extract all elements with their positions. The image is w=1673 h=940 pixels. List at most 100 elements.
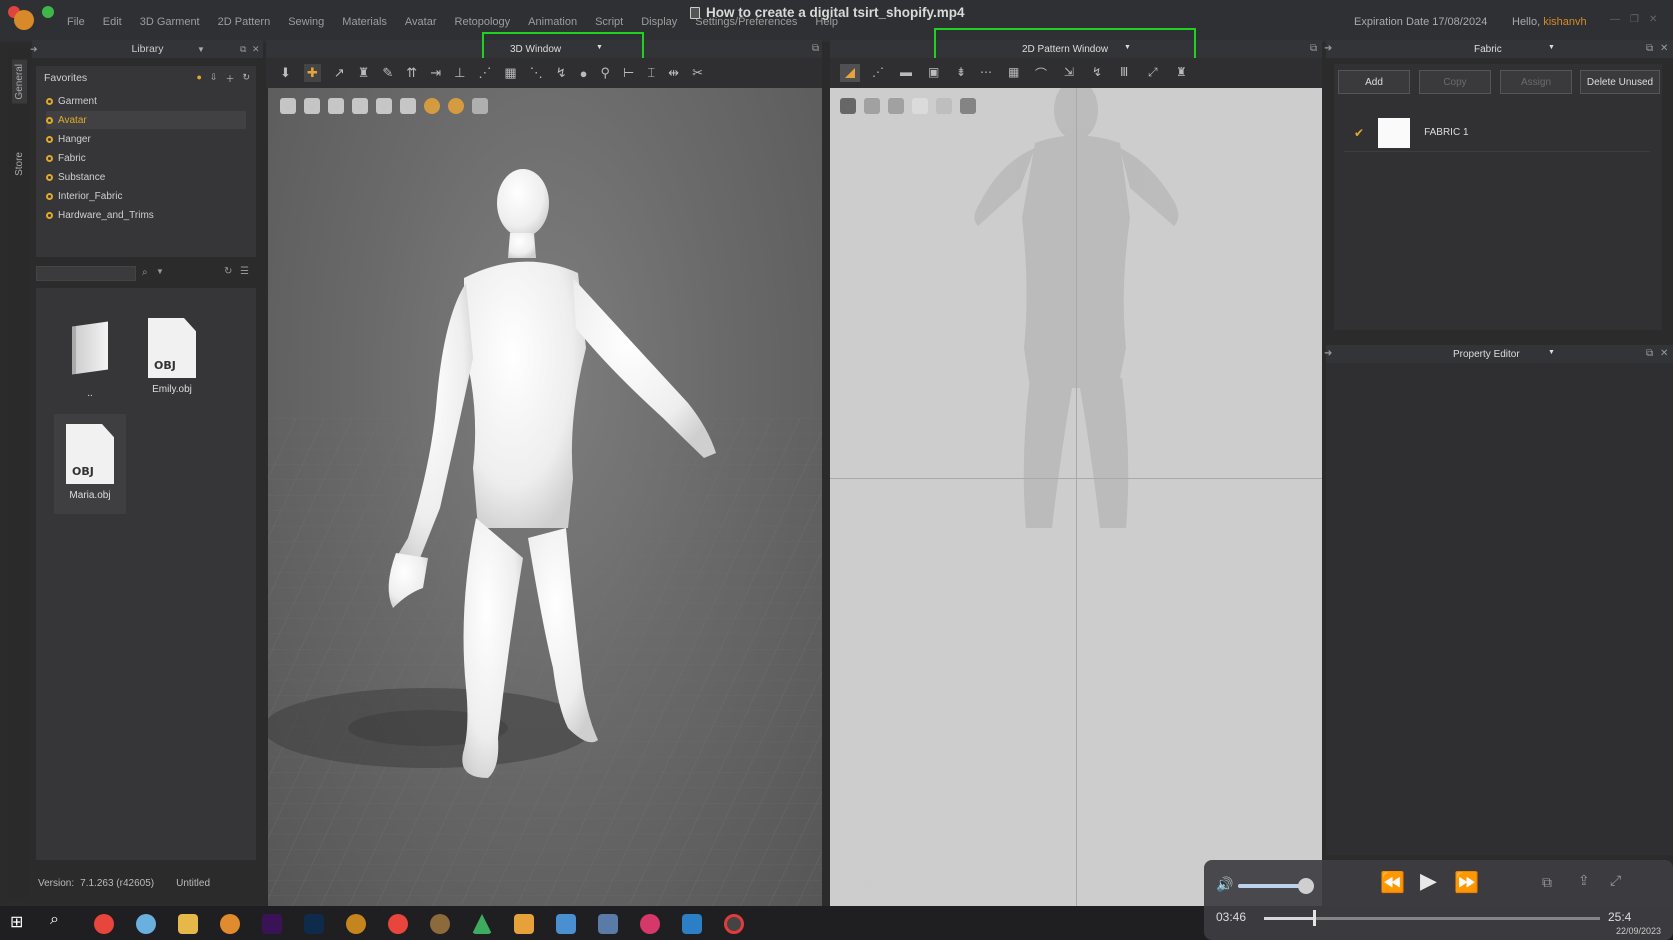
premiere-icon[interactable] (262, 914, 282, 934)
tab-store[interactable]: Store (12, 148, 27, 180)
menu-item-materials[interactable]: Materials (333, 16, 396, 28)
close-icon[interactable]: ✕ (1649, 14, 1657, 25)
copy-fabric-button[interactable]: Copy (1419, 70, 1491, 94)
rewind-icon[interactable]: ⏪ (1380, 870, 1405, 895)
restore-icon[interactable]: ❐ (1630, 14, 1639, 25)
assign-fabric-button[interactable]: Assign (1500, 70, 1572, 94)
chevron-down-icon[interactable]: ▼ (156, 267, 164, 276)
grid-tool-icon[interactable]: ▦ (504, 65, 516, 81)
library-search-input[interactable] (36, 266, 136, 281)
blender-icon[interactable] (220, 914, 240, 934)
menu-item-avatar[interactable]: Avatar (396, 16, 446, 28)
point-tool-icon[interactable]: ● (580, 66, 588, 81)
close-icon[interactable]: ✕ (252, 44, 260, 55)
fast-forward-icon[interactable]: ⏩ (1454, 870, 1479, 895)
menu-item-edit[interactable]: Edit (94, 16, 131, 28)
favorite-item-hanger[interactable]: Hanger (46, 130, 246, 148)
curve-tool-icon[interactable]: ↯ (556, 65, 567, 81)
chevron-down-icon[interactable]: ▼ (197, 45, 205, 54)
fold-tool-icon[interactable]: ⇈ (406, 65, 417, 81)
float-icon[interactable]: ⧉ (1310, 43, 1317, 54)
search-icon[interactable]: ⌕ (142, 267, 148, 278)
polygon-icon[interactable]: ▣ (928, 65, 939, 79)
chrome-icon[interactable] (94, 914, 114, 934)
float-icon[interactable]: ⧉ (1646, 348, 1653, 359)
search-icon[interactable]: ⌕ (50, 911, 70, 931)
menu-item-retopology[interactable]: Retopology (446, 16, 520, 28)
photos-icon[interactable] (682, 914, 702, 934)
pin-tool-icon[interactable]: ⇥ (430, 65, 441, 81)
windows-start-icon[interactable]: ⊞ (10, 912, 30, 932)
delete-unused-button[interactable]: Delete Unused (1580, 70, 1660, 94)
tab-general[interactable]: General (12, 60, 27, 104)
folder-icon[interactable] (178, 914, 198, 934)
username-link[interactable]: kishanvh (1543, 16, 1586, 28)
picture-in-picture-icon[interactable]: ⧉ (1542, 874, 1552, 891)
calculator-icon[interactable] (556, 914, 576, 934)
menu-item-2d-pattern[interactable]: 2D Pattern (209, 16, 280, 28)
favorite-item-hardware-and-trims[interactable]: Hardware_and_Trims (46, 206, 246, 224)
download-icon[interactable]: ⇩ (210, 72, 218, 85)
pin-icon[interactable]: ➜ (30, 44, 38, 55)
fold-icon[interactable]: ⇲ (1064, 65, 1074, 79)
maximize-window-button[interactable] (42, 6, 54, 18)
pin-icon[interactable]: ➜ (1324, 43, 1332, 54)
play-icon[interactable]: ▶ (1420, 868, 1437, 894)
refresh-icon[interactable]: ↻ (242, 72, 250, 85)
favorite-item-garment[interactable]: Garment (46, 92, 246, 110)
float-icon[interactable]: ⧉ (240, 44, 246, 55)
shirt-tool-icon[interactable]: ♜ (358, 65, 370, 81)
clo-icon[interactable] (514, 914, 534, 934)
menu-item-file[interactable]: File (58, 16, 94, 28)
minimize-icon[interactable]: — (1610, 14, 1620, 25)
file-item-emily[interactable]: OBJ Emily.obj (142, 318, 202, 395)
select-tool-icon[interactable]: ⬇ (280, 65, 291, 81)
measure-tool-icon[interactable]: ⋰ (478, 65, 491, 81)
refresh-icon[interactable]: ↻ (224, 266, 232, 277)
favorite-item-substance[interactable]: Substance (46, 168, 246, 186)
float-icon[interactable]: ⧉ (1646, 43, 1653, 54)
transform-pattern-icon[interactable] (840, 64, 860, 82)
close-icon[interactable]: ✕ (1660, 348, 1668, 359)
close-icon[interactable]: ✕ (1660, 43, 1668, 54)
menu-item-animation[interactable]: Animation (519, 16, 586, 28)
points-icon[interactable]: ⋯ (980, 65, 992, 79)
progress-knob[interactable] (1313, 910, 1317, 926)
line-tool-icon[interactable]: ⋱ (530, 65, 543, 81)
add-favorite-icon[interactable]: ● (196, 72, 201, 85)
move-tool-icon[interactable]: ✚ (303, 64, 321, 82)
app-icon[interactable] (640, 914, 660, 934)
edit-point-icon[interactable]: ⋰ (872, 65, 884, 79)
menu-item-display[interactable]: Display (632, 16, 686, 28)
chrome-profile-icon[interactable] (388, 914, 408, 934)
list-view-icon[interactable]: ☰ (240, 266, 249, 277)
float-icon[interactable]: ⧉ (812, 43, 819, 54)
chevron-down-icon[interactable]: ▼ (1548, 349, 1555, 356)
volume-icon[interactable]: 🔊 (1216, 876, 1233, 893)
favorite-item-interior-fabric[interactable]: Interior_Fabric (46, 187, 246, 205)
favorite-item-fabric[interactable]: Fabric (46, 149, 246, 167)
plus-icon[interactable]: ＋ (225, 72, 234, 85)
grid-icon[interactable]: ▦ (1008, 65, 1019, 79)
tape-tool-icon[interactable]: ⌶ (647, 65, 655, 81)
menu-item-script[interactable]: Script (586, 16, 632, 28)
scissors-tool-icon[interactable]: ✂ (692, 65, 703, 81)
volume-knob[interactable] (1298, 878, 1315, 894)
favorite-item-avatar[interactable]: Avatar (46, 111, 246, 129)
fabric-list-item[interactable]: ✔ FABRIC 1 (1344, 114, 1650, 152)
arrange-tool-icon[interactable]: ⇹ (668, 65, 679, 81)
app-icon[interactable] (430, 914, 450, 934)
garment-icon[interactable]: ♜ (1176, 65, 1187, 79)
seam-icon[interactable]: ⌒ (1035, 65, 1047, 82)
slack-icon[interactable] (136, 914, 156, 934)
tape-icon[interactable]: ⤢ (1148, 65, 1158, 80)
pin-icon[interactable]: ➜ (1324, 348, 1332, 359)
editor-icon[interactable] (598, 914, 618, 934)
menu-item-sewing[interactable]: Sewing (279, 16, 333, 28)
share-icon[interactable]: ⇪ (1578, 872, 1590, 889)
pen-tool-icon[interactable]: ✎ (382, 65, 393, 81)
photoshop-icon[interactable] (304, 914, 324, 934)
drive-icon[interactable] (472, 914, 492, 934)
file-item-parent-folder[interactable]: .. (60, 314, 120, 399)
avatar-tool-icon[interactable]: ⚲ (600, 65, 610, 81)
